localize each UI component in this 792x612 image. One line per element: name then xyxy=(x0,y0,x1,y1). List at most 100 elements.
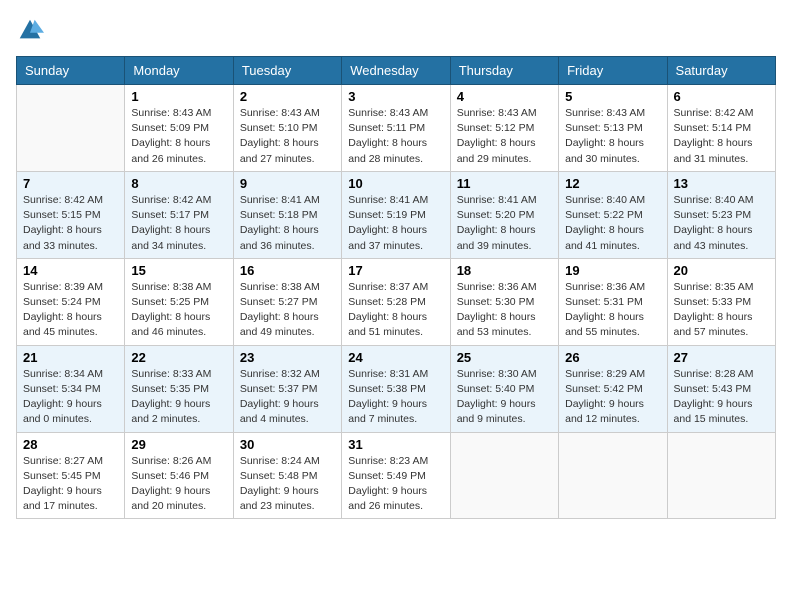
calendar-cell: 26Sunrise: 8:29 AMSunset: 5:42 PMDayligh… xyxy=(559,345,667,432)
day-number: 19 xyxy=(565,263,660,278)
day-info: Sunrise: 8:40 AMSunset: 5:23 PMDaylight:… xyxy=(674,193,769,254)
day-info: Sunrise: 8:36 AMSunset: 5:31 PMDaylight:… xyxy=(565,280,660,341)
day-info: Sunrise: 8:43 AMSunset: 5:12 PMDaylight:… xyxy=(457,106,552,167)
day-of-week-header: Tuesday xyxy=(233,57,341,85)
calendar-week-row: 28Sunrise: 8:27 AMSunset: 5:45 PMDayligh… xyxy=(17,432,776,519)
day-number: 16 xyxy=(240,263,335,278)
day-info: Sunrise: 8:34 AMSunset: 5:34 PMDaylight:… xyxy=(23,367,118,428)
day-number: 30 xyxy=(240,437,335,452)
calendar-cell: 5 Sunrise: 8:43 AMSunset: 5:13 PMDaylight… xyxy=(559,85,667,172)
day-number: 8 xyxy=(131,176,226,191)
day-of-week-header: Saturday xyxy=(667,57,775,85)
day-number: 14 xyxy=(23,263,118,278)
day-number: 2 xyxy=(240,89,335,104)
calendar-cell: 28Sunrise: 8:27 AMSunset: 5:45 PMDayligh… xyxy=(17,432,125,519)
calendar-cell xyxy=(667,432,775,519)
day-info: Sunrise: 8:43 AMSunset: 5:13 PMDaylight:… xyxy=(565,106,660,167)
day-number: 21 xyxy=(23,350,118,365)
day-info: Sunrise: 8:39 AMSunset: 5:24 PMDaylight:… xyxy=(23,280,118,341)
calendar-cell: 10 Sunrise: 8:41 AMSunset: 5:19 PMDayligh… xyxy=(342,171,450,258)
calendar-cell: 31Sunrise: 8:23 AMSunset: 5:49 PMDayligh… xyxy=(342,432,450,519)
calendar-cell: 4 Sunrise: 8:43 AMSunset: 5:12 PMDaylight… xyxy=(450,85,558,172)
day-number: 6 xyxy=(674,89,769,104)
day-number: 25 xyxy=(457,350,552,365)
calendar-cell: 21 Sunrise: 8:34 AMSunset: 5:34 PMDayligh… xyxy=(17,345,125,432)
day-number: 3 xyxy=(348,89,443,104)
day-info: Sunrise: 8:36 AMSunset: 5:30 PMDaylight:… xyxy=(457,280,552,341)
calendar-cell: 12 Sunrise: 8:40 AMSunset: 5:22 PMDayligh… xyxy=(559,171,667,258)
day-info: Sunrise: 8:42 AMSunset: 5:17 PMDaylight:… xyxy=(131,193,226,254)
calendar-cell: 6 Sunrise: 8:42 AMSunset: 5:14 PMDaylight… xyxy=(667,85,775,172)
calendar-cell: 23Sunrise: 8:32 AMSunset: 5:37 PMDayligh… xyxy=(233,345,341,432)
day-info: Sunrise: 8:26 AMSunset: 5:46 PMDaylight:… xyxy=(131,454,226,515)
calendar-cell: 2 Sunrise: 8:43 AMSunset: 5:10 PMDaylight… xyxy=(233,85,341,172)
day-info: Sunrise: 8:35 AMSunset: 5:33 PMDaylight:… xyxy=(674,280,769,341)
day-number: 15 xyxy=(131,263,226,278)
day-of-week-header: Thursday xyxy=(450,57,558,85)
calendar-cell: 29 Sunrise: 8:26 AMSunset: 5:46 PMDayligh… xyxy=(125,432,233,519)
calendar-cell: 19 Sunrise: 8:36 AMSunset: 5:31 PMDayligh… xyxy=(559,258,667,345)
day-number: 18 xyxy=(457,263,552,278)
calendar-cell: 14 Sunrise: 8:39 AMSunset: 5:24 PMDayligh… xyxy=(17,258,125,345)
day-info: Sunrise: 8:30 AMSunset: 5:40 PMDaylight:… xyxy=(457,367,552,428)
calendar-cell: 25 Sunrise: 8:30 AMSunset: 5:40 PMDayligh… xyxy=(450,345,558,432)
calendar-week-row: 7Sunrise: 8:42 AMSunset: 5:15 PMDaylight… xyxy=(17,171,776,258)
day-info: Sunrise: 8:43 AMSunset: 5:09 PMDaylight:… xyxy=(131,106,226,167)
calendar-cell: 22 Sunrise: 8:33 AMSunset: 5:35 PMDayligh… xyxy=(125,345,233,432)
day-info: Sunrise: 8:28 AMSunset: 5:43 PMDaylight:… xyxy=(674,367,769,428)
day-number: 10 xyxy=(348,176,443,191)
day-info: Sunrise: 8:37 AMSunset: 5:28 PMDaylight:… xyxy=(348,280,443,341)
calendar-header-row: SundayMondayTuesdayWednesdayThursdayFrid… xyxy=(17,57,776,85)
calendar-week-row: 21 Sunrise: 8:34 AMSunset: 5:34 PMDayligh… xyxy=(17,345,776,432)
page-header xyxy=(16,16,776,44)
day-info: Sunrise: 8:27 AMSunset: 5:45 PMDaylight:… xyxy=(23,454,118,515)
day-info: Sunrise: 8:38 AMSunset: 5:25 PMDaylight:… xyxy=(131,280,226,341)
day-number: 23 xyxy=(240,350,335,365)
day-info: Sunrise: 8:41 AMSunset: 5:19 PMDaylight:… xyxy=(348,193,443,254)
day-info: Sunrise: 8:41 AMSunset: 5:18 PMDaylight:… xyxy=(240,193,335,254)
calendar-cell xyxy=(17,85,125,172)
calendar-cell: 3 Sunrise: 8:43 AMSunset: 5:11 PMDaylight… xyxy=(342,85,450,172)
calendar-cell: 15 Sunrise: 8:38 AMSunset: 5:25 PMDayligh… xyxy=(125,258,233,345)
calendar-table: SundayMondayTuesdayWednesdayThursdayFrid… xyxy=(16,56,776,519)
day-info: Sunrise: 8:24 AMSunset: 5:48 PMDaylight:… xyxy=(240,454,335,515)
calendar-cell: 11 Sunrise: 8:41 AMSunset: 5:20 PMDayligh… xyxy=(450,171,558,258)
day-number: 26 xyxy=(565,350,660,365)
day-number: 1 xyxy=(131,89,226,104)
calendar-cell: 9Sunrise: 8:41 AMSunset: 5:18 PMDaylight… xyxy=(233,171,341,258)
day-of-week-header: Sunday xyxy=(17,57,125,85)
day-number: 24 xyxy=(348,350,443,365)
day-info: Sunrise: 8:31 AMSunset: 5:38 PMDaylight:… xyxy=(348,367,443,428)
day-number: 22 xyxy=(131,350,226,365)
calendar-week-row: 1 Sunrise: 8:43 AMSunset: 5:09 PMDaylight… xyxy=(17,85,776,172)
calendar-cell: 20 Sunrise: 8:35 AMSunset: 5:33 PMDayligh… xyxy=(667,258,775,345)
calendar-cell: 16 Sunrise: 8:38 AMSunset: 5:27 PMDayligh… xyxy=(233,258,341,345)
day-number: 27 xyxy=(674,350,769,365)
day-info: Sunrise: 8:23 AMSunset: 5:49 PMDaylight:… xyxy=(348,454,443,515)
day-number: 4 xyxy=(457,89,552,104)
day-number: 5 xyxy=(565,89,660,104)
calendar-cell: 30 Sunrise: 8:24 AMSunset: 5:48 PMDayligh… xyxy=(233,432,341,519)
calendar-cell xyxy=(559,432,667,519)
day-info: Sunrise: 8:38 AMSunset: 5:27 PMDaylight:… xyxy=(240,280,335,341)
day-number: 7 xyxy=(23,176,118,191)
day-info: Sunrise: 8:43 AMSunset: 5:11 PMDaylight:… xyxy=(348,106,443,167)
day-info: Sunrise: 8:41 AMSunset: 5:20 PMDaylight:… xyxy=(457,193,552,254)
day-number: 11 xyxy=(457,176,552,191)
day-number: 20 xyxy=(674,263,769,278)
day-info: Sunrise: 8:42 AMSunset: 5:14 PMDaylight:… xyxy=(674,106,769,167)
day-info: Sunrise: 8:43 AMSunset: 5:10 PMDaylight:… xyxy=(240,106,335,167)
day-number: 12 xyxy=(565,176,660,191)
day-info: Sunrise: 8:33 AMSunset: 5:35 PMDaylight:… xyxy=(131,367,226,428)
day-of-week-header: Wednesday xyxy=(342,57,450,85)
calendar-cell: 17Sunrise: 8:37 AMSunset: 5:28 PMDayligh… xyxy=(342,258,450,345)
calendar-cell: 1 Sunrise: 8:43 AMSunset: 5:09 PMDaylight… xyxy=(125,85,233,172)
calendar-cell xyxy=(450,432,558,519)
calendar-week-row: 14 Sunrise: 8:39 AMSunset: 5:24 PMDayligh… xyxy=(17,258,776,345)
day-info: Sunrise: 8:40 AMSunset: 5:22 PMDaylight:… xyxy=(565,193,660,254)
day-number: 29 xyxy=(131,437,226,452)
day-of-week-header: Friday xyxy=(559,57,667,85)
day-number: 13 xyxy=(674,176,769,191)
calendar-cell: 7Sunrise: 8:42 AMSunset: 5:15 PMDaylight… xyxy=(17,171,125,258)
calendar-cell: 27 Sunrise: 8:28 AMSunset: 5:43 PMDayligh… xyxy=(667,345,775,432)
